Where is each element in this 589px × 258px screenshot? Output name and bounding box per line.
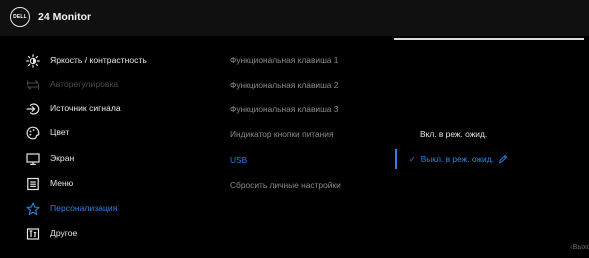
menu-item-label: Цвет (50, 127, 70, 137)
submenu-item-shortcut-key-2[interactable]: Функциональная клавиша 2 (230, 80, 338, 90)
checkmark-icon: ✓ (409, 154, 416, 164)
menu-item-personalize[interactable]: Персонализация (0, 196, 210, 222)
monitor-osd: DELL 24 Monitor Яркость / контрастность (0, 0, 589, 258)
option-off-in-standby-label: Выкл. в реж. ожид. (420, 154, 494, 164)
submenu-item-usb[interactable]: USB (230, 155, 247, 165)
input-source-icon (26, 102, 40, 116)
menu-item-label: Персонализация (50, 203, 118, 213)
menu-item-label: Источник сигнала (50, 103, 121, 113)
option-on-in-standby[interactable]: Вкл. в реж. ожид. (420, 129, 487, 139)
menu-item-label: Другое (50, 228, 78, 238)
dell-logo: DELL (10, 7, 30, 27)
dell-logo-text: DELL (13, 14, 27, 20)
monitor-title: 24 Monitor (38, 11, 92, 23)
menu-item-brightness-contrast[interactable]: Яркость / контрастность (0, 48, 210, 74)
color-icon (26, 126, 40, 140)
menu-item-label: Экран (50, 153, 75, 163)
menu-icon (26, 177, 40, 191)
auto-adjust-icon (26, 78, 40, 92)
menu-item-label: Яркость / контрастность (50, 55, 147, 65)
menu-item-label: Меню (50, 178, 74, 188)
submenu-item-shortcut-key-1[interactable]: Функциональная клавиша 1 (230, 55, 338, 65)
menu-item-color[interactable]: Цвет (0, 120, 210, 146)
others-icon (26, 227, 40, 241)
osd-header: DELL 24 Monitor (0, 0, 589, 36)
submenu-item-shortcut-key-3[interactable]: Функциональная клавиша 3 (230, 104, 338, 114)
menu-item-auto-adjust: Авторегулировка (0, 72, 210, 98)
menu-item-label: Авторегулировка (50, 79, 119, 89)
selection-indicator-bar (395, 149, 397, 169)
pencil-icon (498, 154, 508, 164)
submenu-item-power-button-led[interactable]: Индикатор кнопки питания (230, 129, 334, 139)
display-icon (26, 152, 40, 166)
menu-item-input-source[interactable]: Источник сигнала (0, 96, 210, 122)
menu-item-menu[interactable]: Меню (0, 171, 210, 197)
menu-item-others[interactable]: Другое (0, 221, 210, 247)
exit-button[interactable]: ‹Выход (570, 242, 589, 251)
option-off-in-standby[interactable]: ✓ Выкл. в реж. ожид. (409, 154, 508, 164)
exit-label: Выход (572, 242, 589, 251)
header-divider (394, 38, 584, 40)
submenu-item-reset-personalization[interactable]: Сбросить личные настройки (230, 180, 341, 190)
menu-item-display[interactable]: Экран (0, 146, 210, 172)
star-icon (26, 202, 40, 216)
brightness-icon (26, 54, 40, 68)
